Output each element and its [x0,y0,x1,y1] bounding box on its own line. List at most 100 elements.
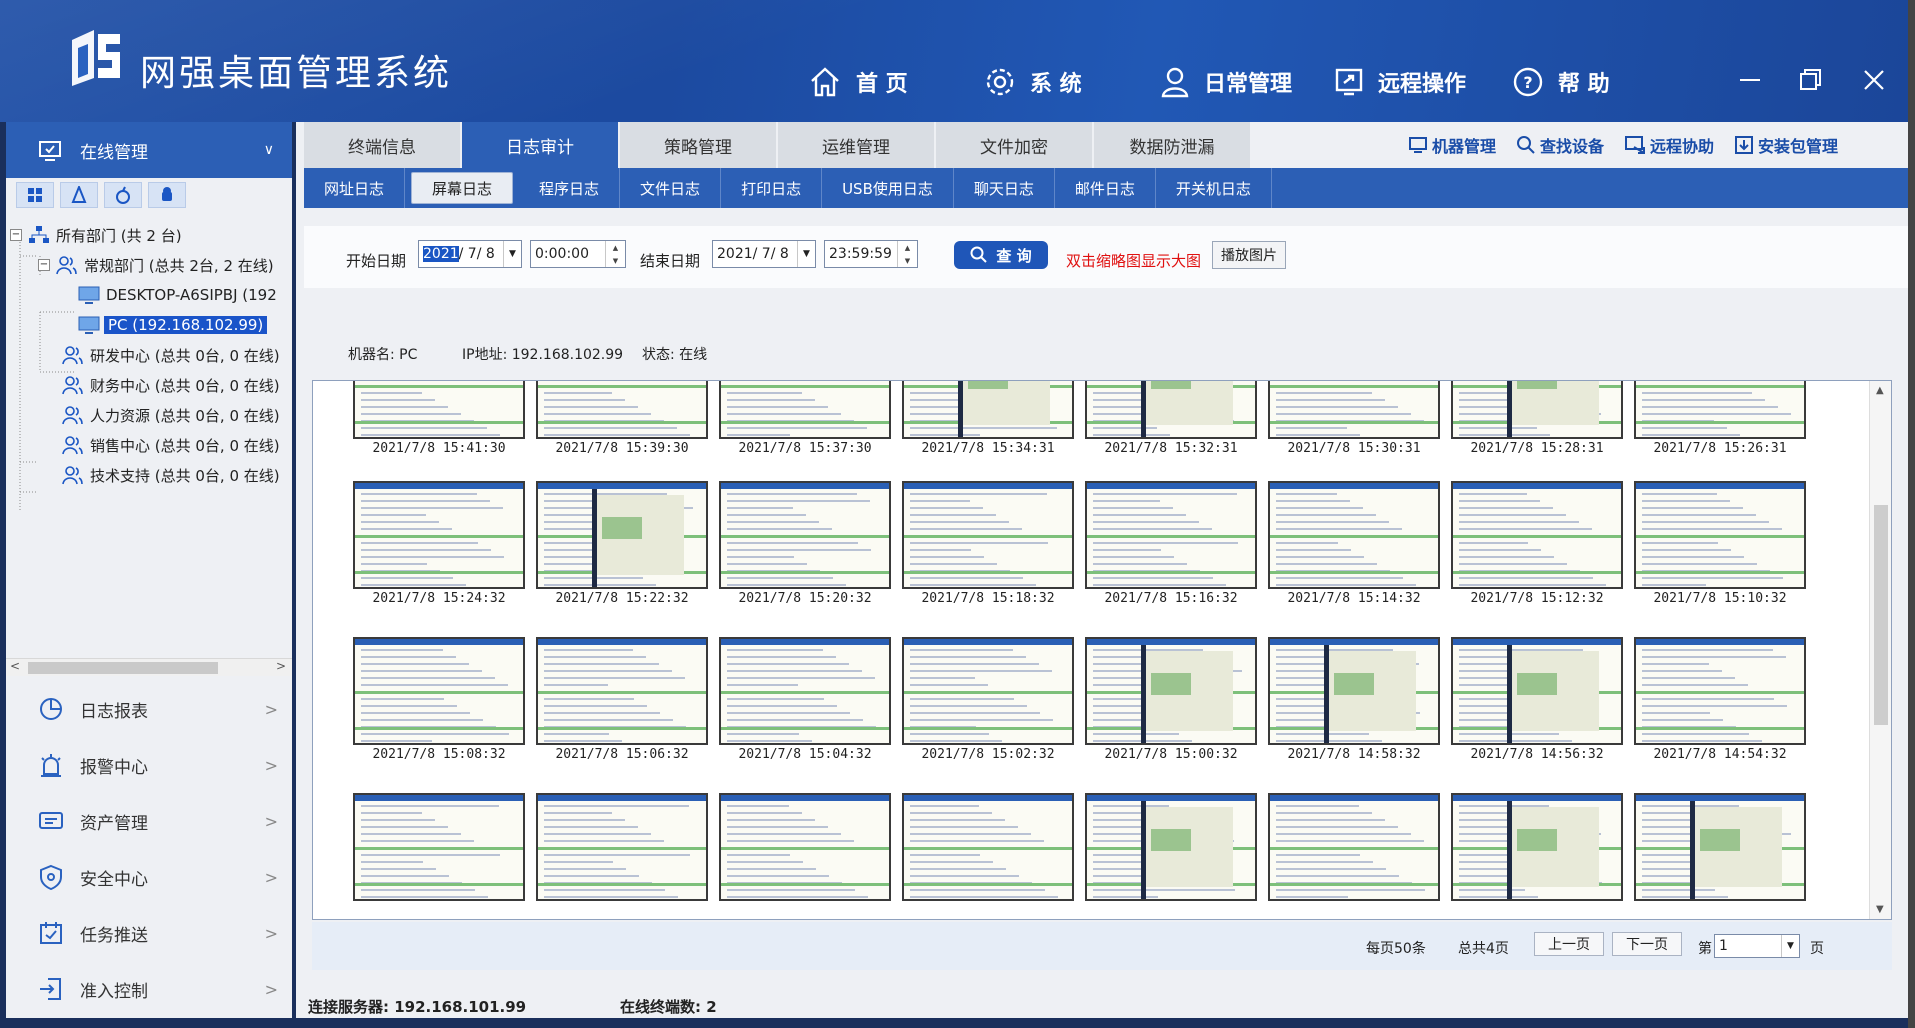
mac-tab[interactable] [104,182,142,208]
screenshot-thumbnail[interactable]: 2021/7/8 15:34:31 [902,381,1074,459]
screenshot-image[interactable] [1451,793,1623,901]
screenshot-image[interactable] [1268,637,1440,745]
screenshot-thumbnail[interactable] [353,793,525,919]
tree-dept-support[interactable]: 技术支持 (总共 0台, 0 在线) [62,462,280,488]
screenshot-thumbnail[interactable]: 2021/7/8 15:08:32 [353,637,525,765]
tab-file-encryption[interactable]: 文件加密 [936,122,1092,168]
end-date-picker[interactable]: 2021/ 7/ 8 ▼ [712,240,816,268]
subtab-program-log[interactable]: 程序日志 [519,168,621,208]
screenshot-thumbnail[interactable]: 2021/7/8 15:10:32 [1634,481,1806,609]
machine-management-button[interactable]: 机器管理 [1408,133,1496,157]
subtab-url-log[interactable]: 网址日志 [304,168,406,208]
prev-page-button[interactable]: 上一页 [1534,932,1604,956]
tree-host-desktop[interactable]: DESKTOP-A6SIPBJ (192 [78,282,277,308]
tab-policy[interactable]: 策略管理 [620,122,776,168]
scroll-thumb[interactable] [1874,505,1888,725]
tab-operations[interactable]: 运维管理 [778,122,934,168]
screenshot-thumbnail[interactable]: 2021/7/8 14:54:32 [1634,637,1806,765]
screenshot-thumbnail[interactable] [1451,793,1623,919]
start-time-input[interactable]: 0:00:00 ▲ ▼ [530,240,626,268]
screenshot-image[interactable] [1268,481,1440,589]
screenshot-thumbnail[interactable]: 2021/7/8 15:02:32 [902,637,1074,765]
menu-task-push[interactable]: 任务推送 > [6,908,292,958]
subtab-mail-log[interactable]: 邮件日志 [1055,168,1156,208]
find-device-button[interactable]: 查找设备 [1516,133,1604,157]
screenshot-thumbnail[interactable] [719,793,891,919]
screenshot-image[interactable] [536,381,708,439]
time-spinner[interactable]: ▲ ▼ [605,241,625,267]
time-spinner[interactable]: ▲ ▼ [897,241,917,267]
end-time-input[interactable]: 23:59:59 ▲ ▼ [824,240,918,268]
screenshot-image[interactable] [1085,381,1257,439]
subtab-power-log[interactable]: 开关机日志 [1156,168,1272,208]
menu-asset[interactable]: 资产管理 > [6,796,292,846]
page-select[interactable]: 1 ▼ [1714,934,1800,958]
tab-dlp[interactable]: 数据防泄漏 [1094,122,1250,168]
screenshot-thumbnail[interactable]: 2021/7/8 15:37:30 [719,381,891,459]
screenshot-image[interactable] [719,381,891,439]
linux-tab[interactable] [60,182,98,208]
screenshot-thumbnail[interactable]: 2021/7/8 15:24:32 [353,481,525,609]
screenshot-thumbnail[interactable]: 2021/7/8 15:06:32 [536,637,708,765]
tab-log-audit[interactable]: 日志审计 [462,122,618,168]
subtab-chat-log[interactable]: 聊天日志 [954,168,1055,208]
collapse-toggle-icon[interactable]: − [10,229,22,241]
dropdown-arrow-icon[interactable]: ▼ [1781,935,1799,957]
close-button[interactable] [1854,60,1894,100]
screenshot-image[interactable] [353,381,525,439]
screenshot-thumbnail[interactable]: 2021/7/8 14:56:32 [1451,637,1623,765]
scroll-left-icon[interactable]: < [10,659,20,673]
scroll-thumb[interactable] [28,662,218,674]
minimize-button[interactable] [1730,60,1770,100]
screenshot-thumbnail[interactable] [1268,793,1440,919]
menu-log-report[interactable]: 日志报表 > [6,684,292,734]
screenshot-thumbnail[interactable]: 2021/7/8 14:58:32 [1268,637,1440,765]
screenshot-image[interactable] [1085,481,1257,589]
nav-help[interactable]: ? 帮 助 [1512,62,1610,102]
screenshot-image[interactable] [1634,637,1806,745]
tree-dept-sales[interactable]: 销售中心 (总共 0台, 0 在线) [62,432,280,458]
scroll-down-icon[interactable]: ▼ [1876,904,1884,915]
query-button[interactable]: 查 询 [954,241,1048,269]
start-date-picker[interactable]: 2021/ 7/ 8 ▼ [418,240,522,268]
screenshot-thumbnail[interactable]: 2021/7/8 15:39:30 [536,381,708,459]
play-images-button[interactable]: 播放图片 [1212,241,1286,269]
screenshot-image[interactable] [902,481,1074,589]
screenshot-image[interactable] [353,793,525,901]
screenshot-image[interactable] [1634,381,1806,439]
nav-system[interactable]: 系 统 [984,62,1082,102]
screenshot-image[interactable] [536,481,708,589]
screenshot-thumbnail[interactable] [902,793,1074,919]
screenshot-thumbnail[interactable]: 2021/7/8 15:18:32 [902,481,1074,609]
nav-daily[interactable]: 日常管理 [1160,62,1292,102]
tab-terminal-info[interactable]: 终端信息 [304,122,460,168]
screenshot-thumbnail[interactable] [536,793,708,919]
next-page-button[interactable]: 下一页 [1612,932,1682,956]
spin-down-icon[interactable]: ▼ [898,254,917,267]
screenshot-image[interactable] [353,637,525,745]
screenshot-image[interactable] [1451,481,1623,589]
screenshot-image[interactable] [719,637,891,745]
screenshot-thumbnail[interactable]: 2021/7/8 15:30:31 [1268,381,1440,459]
spin-up-icon[interactable]: ▲ [898,241,917,254]
tree-dept-rd[interactable]: 研发中心 (总共 0台, 0 在线) [62,342,280,368]
screenshot-image[interactable] [1268,381,1440,439]
menu-alarm[interactable]: 报警中心 > [6,740,292,790]
subtab-file-log[interactable]: 文件日志 [620,168,722,208]
screenshot-image[interactable] [719,481,891,589]
screenshot-image[interactable] [536,637,708,745]
screenshot-image[interactable] [1085,637,1257,745]
dropdown-arrow-icon[interactable]: ▼ [503,241,521,267]
screenshot-thumbnail[interactable]: 2021/7/8 15:04:32 [719,637,891,765]
nav-home[interactable]: 首 页 [808,62,908,102]
subtab-screen-log[interactable]: 屏幕日志 [411,172,514,204]
subtab-usb-log[interactable]: USB使用日志 [822,168,954,208]
screenshot-image[interactable] [1085,793,1257,901]
tree-dept-hr[interactable]: 人力资源 (总共 0台, 0 在线) [62,402,280,428]
screenshot-thumbnail[interactable]: 2021/7/8 15:20:32 [719,481,891,609]
tree-dept-regular[interactable]: − 常规部门 (总共 2台, 2 在线) [38,252,274,278]
screenshot-image[interactable] [719,793,891,901]
screenshot-thumbnail[interactable]: 2021/7/8 15:14:32 [1268,481,1440,609]
screenshot-thumbnail[interactable] [1634,793,1806,919]
screenshot-image[interactable] [1268,793,1440,901]
